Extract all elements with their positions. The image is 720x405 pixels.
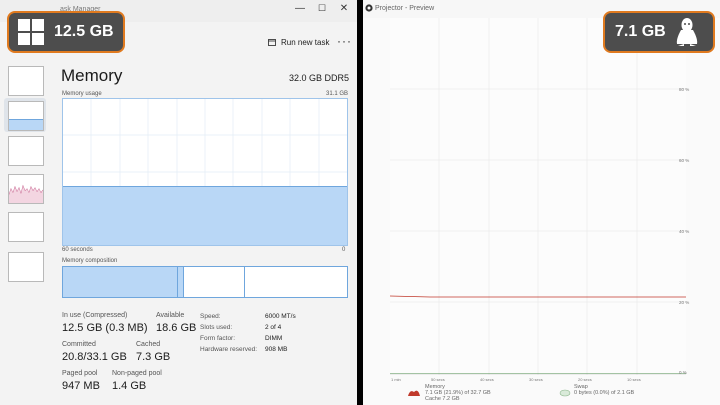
projector-title: Projector - Preview	[375, 5, 435, 12]
memory-composition-label: Memory composition	[62, 258, 118, 264]
projector-window: Projector - Preview 80 % 60 % 40 % 20 % …	[363, 0, 720, 405]
speed-value: 6000 MT/s	[265, 313, 296, 320]
swap-legend-icon	[559, 389, 571, 397]
y-label-40: 40 %	[679, 229, 690, 234]
nonpaged-pool-value: 1.4 GB	[112, 380, 147, 392]
slots-value: 2 of 4	[265, 324, 282, 331]
windows-memory-value: 12.5 GB	[54, 23, 114, 40]
memory-thumb-fill	[9, 119, 43, 130]
nonpaged-pool-label: Non-paged pool	[112, 370, 162, 377]
x-label-40s: 40 secs	[480, 377, 494, 382]
cached-label: Cached	[136, 341, 161, 348]
maximize-icon[interactable]: ☐	[312, 3, 332, 14]
obs-logo-icon	[365, 4, 373, 12]
in-use-label: In use (Compressed)	[62, 312, 128, 319]
composition-standby[interactable]	[184, 267, 245, 297]
y-label-80: 80 %	[679, 87, 690, 92]
paged-pool-value: 947 MB	[62, 380, 100, 392]
minimize-icon[interactable]: —	[290, 3, 310, 14]
form-factor-label: Form factor:	[200, 335, 236, 342]
available-value: 18.6 GB	[156, 322, 197, 334]
memory-usage-max: 31.1 GB	[326, 91, 349, 97]
y-label-0: 0 %	[679, 370, 687, 375]
sidebar-item-disk[interactable]	[8, 136, 44, 166]
sidebar-item-ethernet[interactable]	[8, 174, 44, 204]
in-use-value: 12.5 GB (0.3 MB)	[62, 322, 148, 334]
sidebar-item-memory[interactable]	[8, 101, 44, 131]
linux-memory-value: 7.1 GB	[615, 23, 666, 40]
committed-label: Committed	[62, 341, 96, 348]
graph-time-right: 0	[342, 247, 346, 253]
memory-usage-graph	[62, 98, 348, 246]
sidebar-item-cpu[interactable]	[8, 66, 44, 96]
memory-usage-fill	[63, 185, 347, 245]
x-label-10s: 10 secs	[627, 377, 641, 382]
run-task-icon	[268, 39, 276, 46]
slots-label: Slots used:	[200, 324, 233, 331]
x-label-50s: 50 secs	[431, 377, 445, 382]
y-label-60: 60 %	[679, 158, 690, 163]
composition-free[interactable]	[245, 267, 346, 297]
memory-usage-label: Memory usage	[62, 91, 102, 97]
x-label-1min: 1 min	[391, 377, 401, 382]
graph-time-left: 60 seconds	[62, 247, 93, 253]
windows-logo-icon	[18, 19, 44, 45]
system-monitor-graph	[390, 18, 686, 375]
paged-pool-label: Paged pool	[62, 370, 98, 377]
task-manager-window: ask Manager — ☐ ✕ Run new task ··· Memor…	[0, 0, 357, 405]
memory-legend-icon	[408, 390, 420, 396]
available-label: Available	[156, 312, 185, 319]
y-label-20: 20 %	[679, 300, 690, 305]
memory-legend: Memory 7.1 GB (21.9%) of 32.7 GB Cache 7…	[425, 384, 491, 402]
swap-legend: Swap 0 bytes (0.0%) of 2.1 GB	[574, 384, 634, 396]
run-new-task-label: Run new task	[281, 38, 330, 47]
ethernet-thumb-graph	[9, 184, 43, 203]
composition-in-use[interactable]	[63, 267, 178, 297]
memory-legend-cache: Cache 7.2 GB	[425, 396, 460, 402]
speed-label: Speed:	[200, 313, 221, 320]
form-factor-value: DIMM	[265, 335, 283, 342]
committed-value: 20.8/33.1 GB	[62, 351, 127, 363]
hardware-reserved-label: Hardware reserved:	[200, 346, 258, 353]
sidebar-item-gpu[interactable]	[8, 212, 44, 242]
more-options-button[interactable]: ···	[337, 34, 352, 48]
linux-memory-badge: 7.1 GB	[603, 11, 715, 53]
memory-spec: 32.0 GB DDR5	[289, 73, 350, 83]
cached-value: 7.3 GB	[136, 351, 171, 363]
windows-memory-badge: 12.5 GB	[7, 11, 125, 53]
hardware-reserved-value: 908 MB	[265, 346, 288, 353]
linux-tux-icon	[676, 18, 697, 46]
page-title: Memory	[61, 66, 123, 85]
swap-legend-usage: 0 bytes (0.0%) of 2.1 GB	[574, 390, 635, 396]
memory-composition-bar	[62, 266, 348, 298]
run-new-task-button[interactable]: Run new task	[268, 38, 329, 47]
x-label-30s: 30 secs	[529, 377, 543, 382]
x-label-20s: 20 secs	[578, 377, 592, 382]
close-icon[interactable]: ✕	[334, 3, 354, 14]
sidebar-item-other[interactable]	[8, 252, 44, 282]
